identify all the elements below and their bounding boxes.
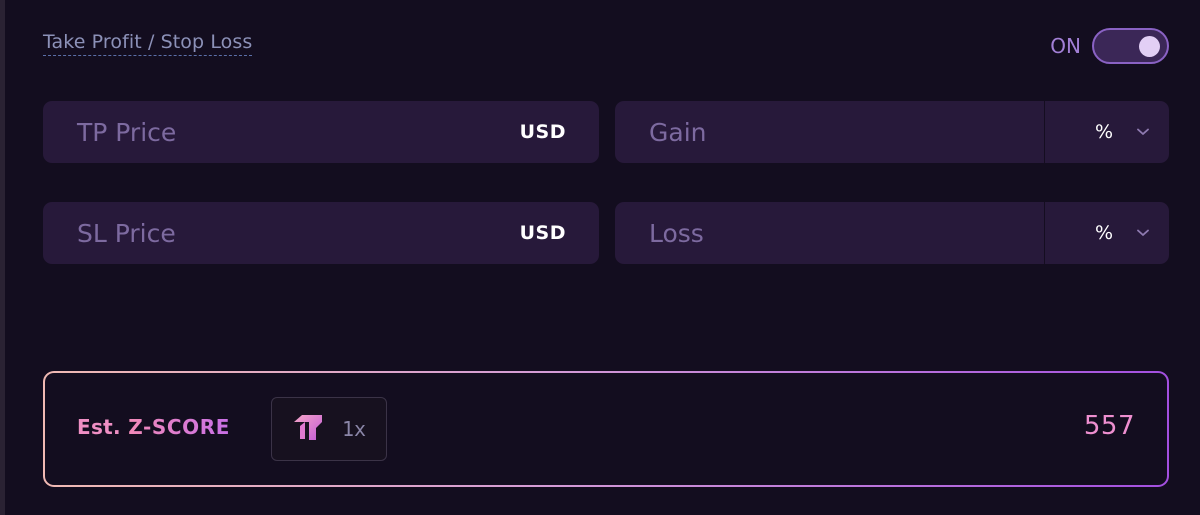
tpsl-toggle-group: ON	[1050, 28, 1169, 64]
zscore-brand: Z-SCORE	[128, 415, 231, 439]
sl-price-input[interactable]: SL Price USD	[43, 202, 599, 264]
tp-price-input[interactable]: TP Price USD	[43, 101, 599, 163]
loss-unit-label: %	[1094, 222, 1113, 244]
zscore-prefix: Est.	[77, 415, 121, 439]
tp-price-placeholder: TP Price	[77, 117, 177, 147]
gain-input[interactable]: Gain	[615, 118, 1044, 147]
tpsl-panel: Take Profit / Stop Loss ON TP Price USD …	[0, 0, 1200, 515]
tpsl-toggle[interactable]	[1092, 28, 1169, 64]
zscore-label: Est. Z-SCORE	[77, 415, 230, 439]
chevron-down-icon	[1137, 128, 1149, 136]
zscore-card: Est. Z-SCORE 1x 557	[43, 371, 1169, 487]
zscore-value: 557	[1083, 411, 1135, 441]
toggle-knob	[1139, 36, 1160, 57]
boost-multiplier: 1x	[341, 417, 367, 441]
boost-multiplier-chip[interactable]: 1x	[271, 397, 387, 461]
loss-field: Loss %	[615, 202, 1169, 264]
sl-price-unit: USD	[519, 222, 566, 244]
chevron-down-icon	[1137, 229, 1149, 237]
sl-price-placeholder: SL Price	[77, 218, 176, 248]
tp-price-unit: USD	[519, 121, 566, 143]
boost-arrow-icon	[292, 413, 324, 445]
panel-border	[0, 0, 5, 515]
gain-unit-label: %	[1094, 121, 1113, 143]
gain-unit-select[interactable]: %	[1045, 101, 1169, 163]
loss-input[interactable]: Loss	[615, 219, 1044, 248]
gain-field: Gain %	[615, 101, 1169, 163]
loss-unit-select[interactable]: %	[1045, 202, 1169, 264]
zscore-card-inner: Est. Z-SCORE 1x 557	[45, 373, 1167, 485]
toggle-status-label: ON	[1050, 34, 1081, 58]
tpsl-label[interactable]: Take Profit / Stop Loss	[43, 31, 253, 56]
